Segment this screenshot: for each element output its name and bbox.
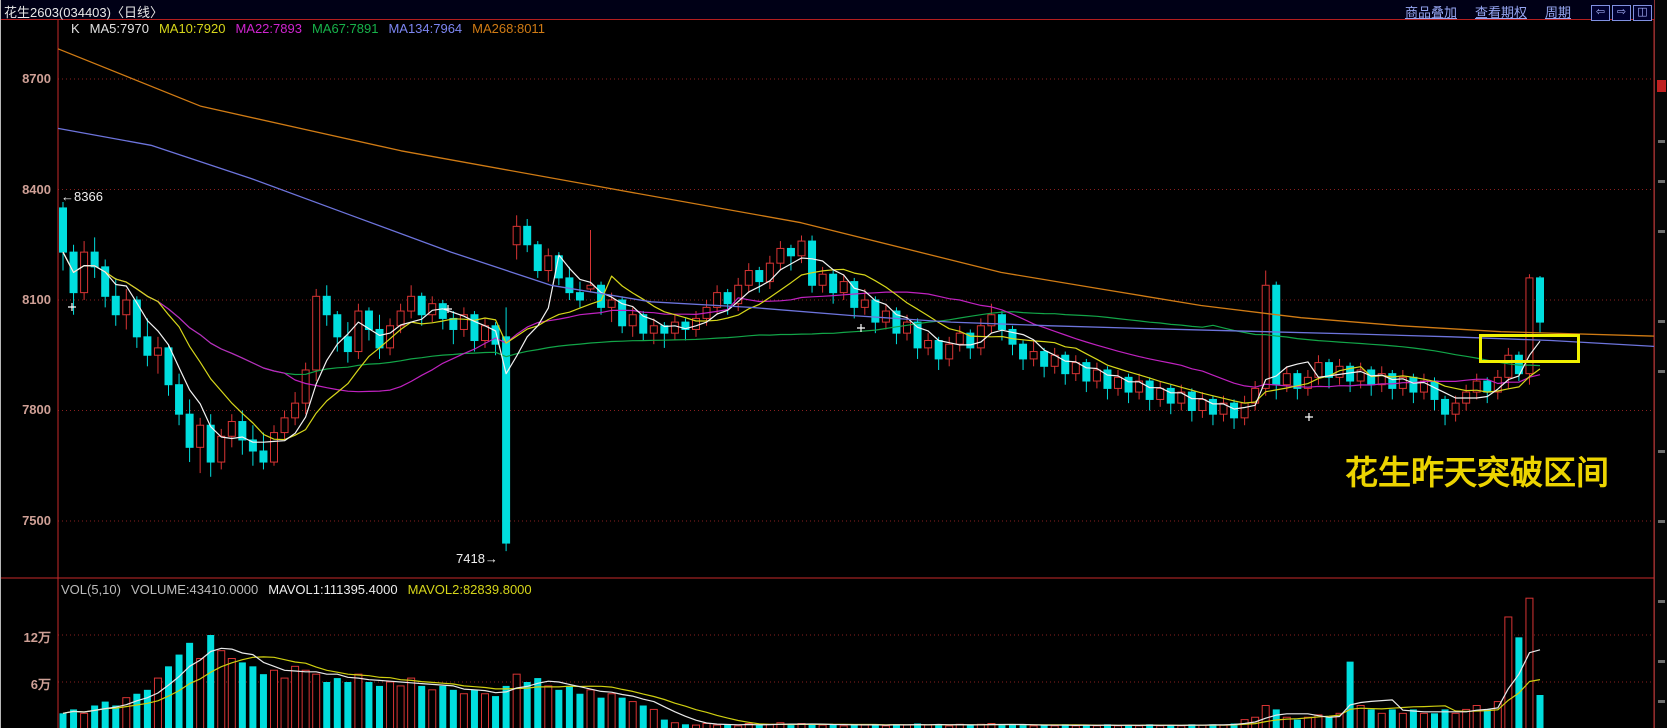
right-sidebar[interactable] [1654, 0, 1667, 728]
volume-tick-12万: 12万 [23, 630, 51, 645]
sidebar-tick-5 [1658, 370, 1665, 373]
sidebar-tick-7 [1658, 520, 1665, 523]
vol-readout-3: MAVOL1:111395.4000 [268, 582, 398, 597]
kline-volume-chart[interactable] [1, 0, 1667, 728]
high-price-label: ←8366 [61, 189, 103, 204]
vol-readout-1: VOL(5,10) [61, 582, 121, 597]
app-window: 花生2603(034403)〈日线〉 商品叠加 查看期权 周期 ⇦ ⇨ ◫ K MA5:79… [0, 0, 1667, 728]
breakout-range-box [1479, 334, 1580, 363]
ma-readout-5: MA67:7891 [311, 21, 379, 36]
sidebar-tick-4 [1658, 320, 1665, 323]
price-tick-8400: 8400 [22, 181, 51, 197]
sidebar-tick-3 [1658, 230, 1665, 233]
sidebar-tick-1 [1658, 140, 1665, 143]
ma-readout-7: MA268:8011 [472, 21, 545, 36]
sidebar-tick-9 [1658, 660, 1665, 663]
kline-indicator-header: K MA5:7970 MA10:7920 MA22:7893 MA67:7891 MA13… [71, 21, 555, 36]
ma-readout-4: MA22:7893 [235, 21, 302, 36]
sidebar-tick-6 [1658, 450, 1665, 453]
volume-tick-6万: 6万 [30, 677, 51, 692]
low-price-label: 7418→ [456, 551, 498, 566]
ma-readout-1: K [71, 21, 80, 36]
sidebar-tick-8 [1658, 600, 1665, 603]
price-tick-7800: 7800 [22, 402, 51, 418]
volume-indicator-header: VOL(5,10) VOLUME:43410.0000 MAVOL1:111395.… [61, 582, 542, 597]
ma-readout-3: MA10:7920 [158, 21, 226, 36]
vol-readout-4: MAVOL2:82839.8000 [407, 582, 532, 597]
vol-readout-2: VOLUME:43410.0000 [130, 582, 259, 597]
price-tick-8100: 8100 [22, 292, 51, 307]
ma-readout-6: MA134:7964 [388, 21, 463, 36]
sidebar-tick-2 [1658, 180, 1665, 183]
ma-readout-2: MA5:7970 [89, 21, 149, 36]
price-tick-7500: 7500 [22, 512, 51, 528]
price-tick-8700: 8700 [22, 71, 51, 87]
sidebar-marker [1657, 80, 1666, 92]
sidebar-tick-10 [1658, 700, 1665, 703]
breakout-annotation-text: 花生昨天突破区间 [1345, 456, 1609, 492]
